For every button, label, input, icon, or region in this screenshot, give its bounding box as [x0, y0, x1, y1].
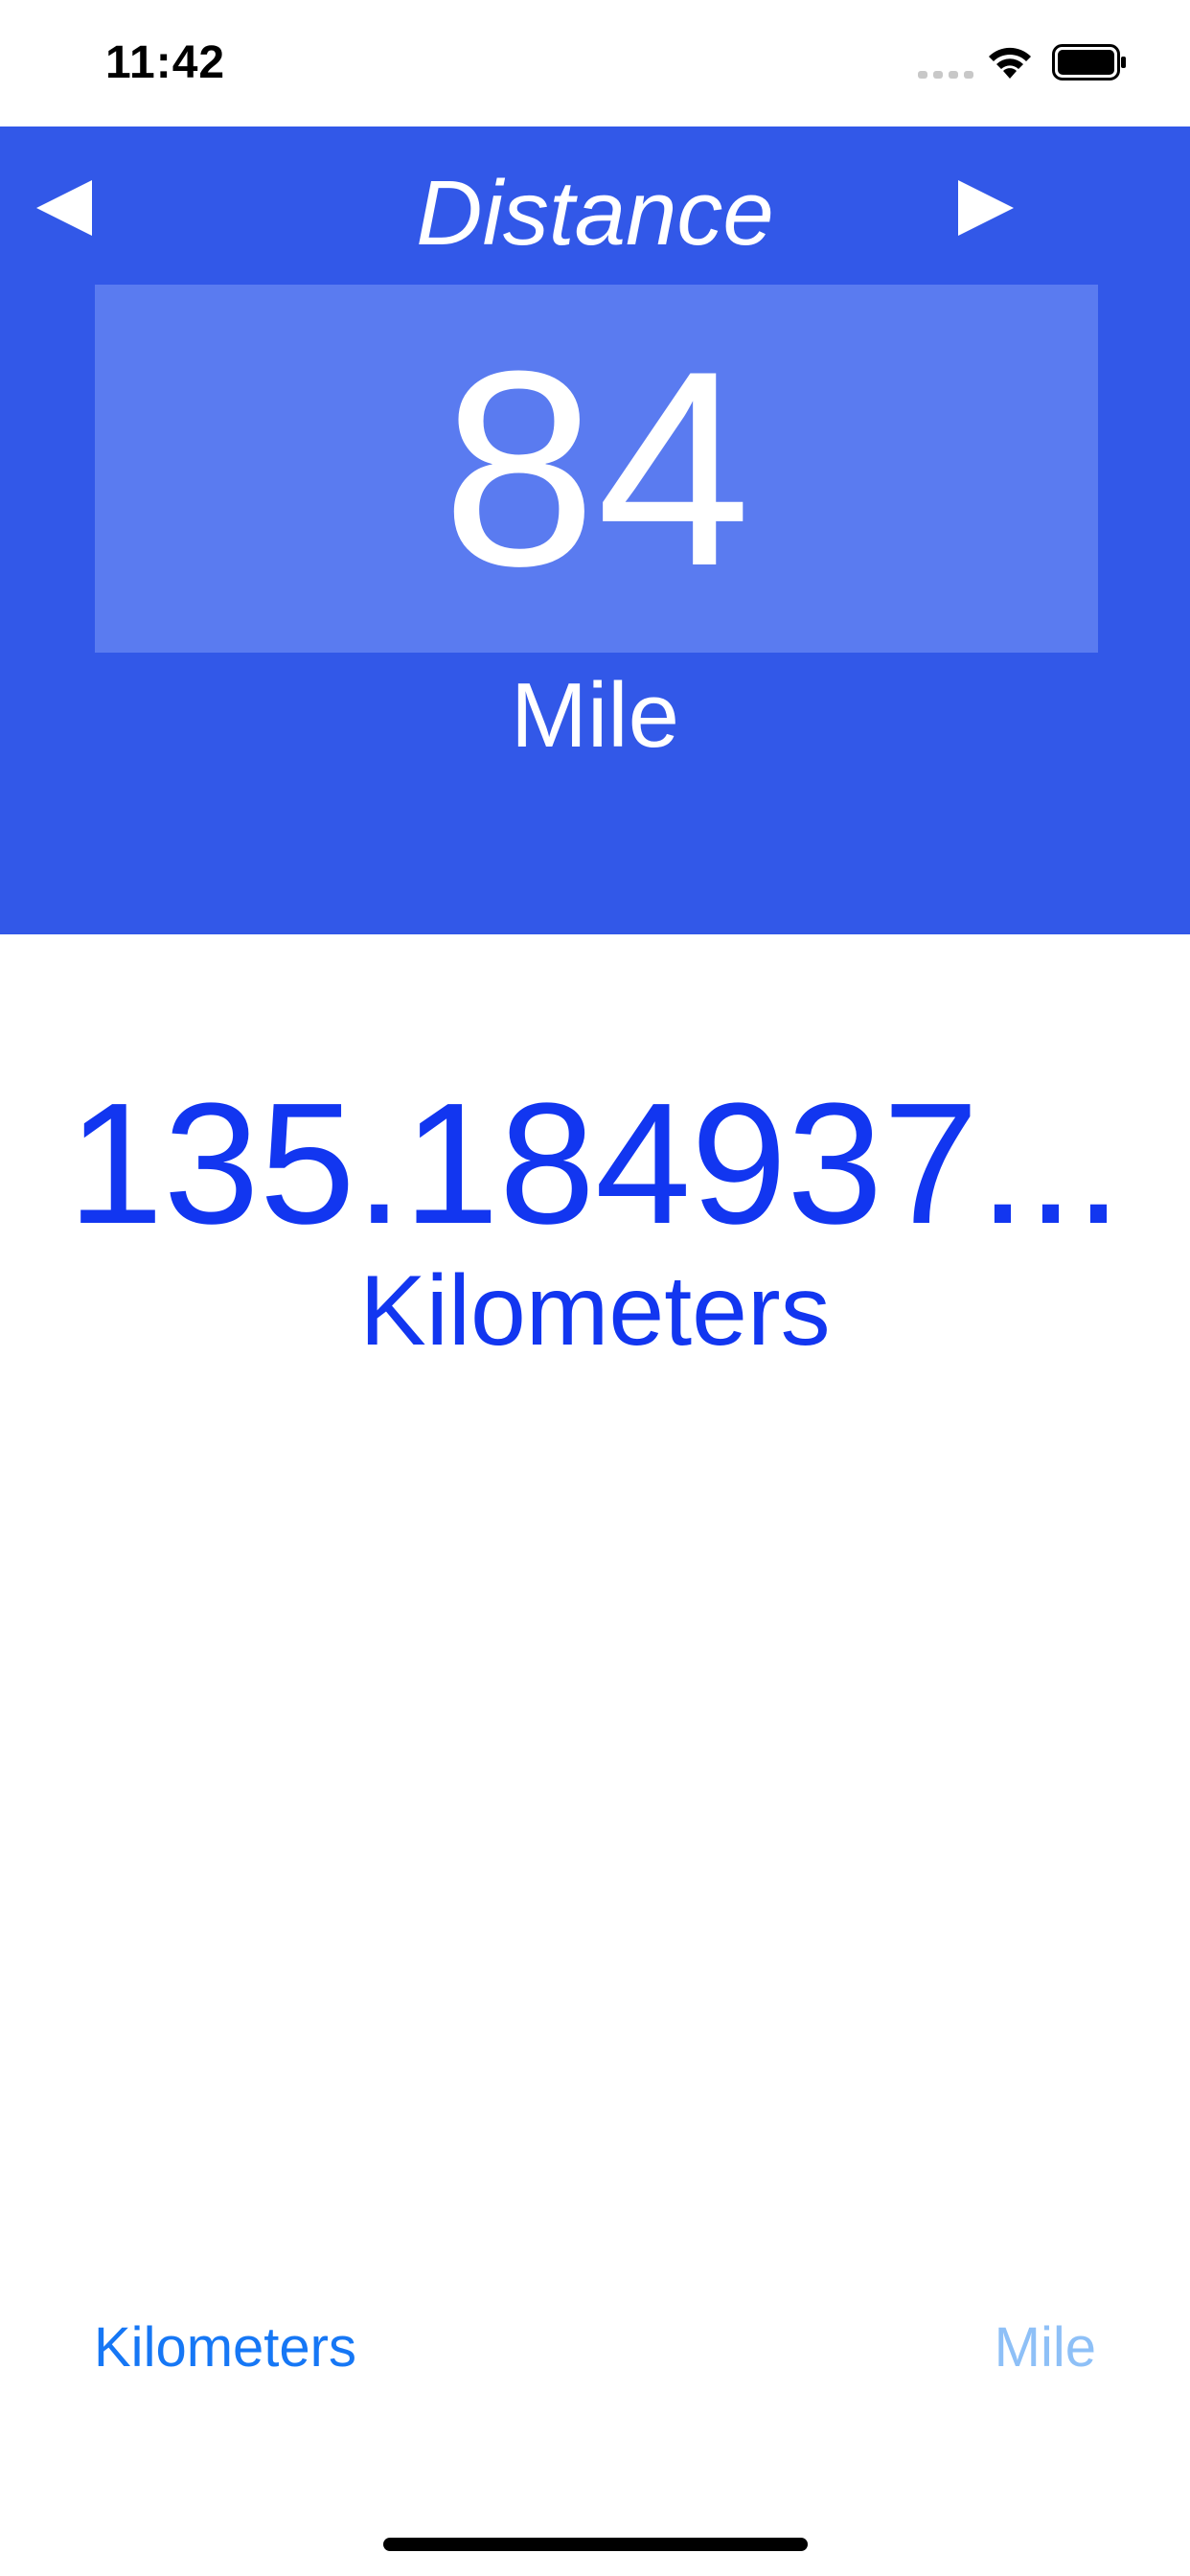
wifi-icon — [989, 47, 1031, 79]
input-value: 84 — [442, 313, 751, 624]
input-panel: Distance 84 Mile — [0, 126, 1190, 934]
result-unit-label: Kilometers — [359, 1255, 831, 1367]
home-indicator[interactable] — [383, 2538, 808, 2551]
status-bar: 11:42 — [0, 0, 1190, 126]
converter-screen: 11:42 Distance 84 Mile 135.184937... Kil… — [0, 0, 1190, 2576]
next-category-button[interactable] — [954, 176, 1018, 240]
cellular-signal-icon — [918, 71, 973, 79]
status-time: 11:42 — [105, 37, 226, 88]
unit-option-mile[interactable]: Mile — [995, 2315, 1096, 2380]
input-unit-label: Mile — [510, 664, 679, 767]
result-value: 135.184937... — [67, 1068, 1123, 1260]
unit-option-kilometers[interactable]: Kilometers — [94, 2315, 356, 2380]
input-value-field[interactable]: 84 — [95, 285, 1098, 653]
battery-icon — [1052, 44, 1126, 80]
triangle-right-icon — [958, 180, 1014, 236]
